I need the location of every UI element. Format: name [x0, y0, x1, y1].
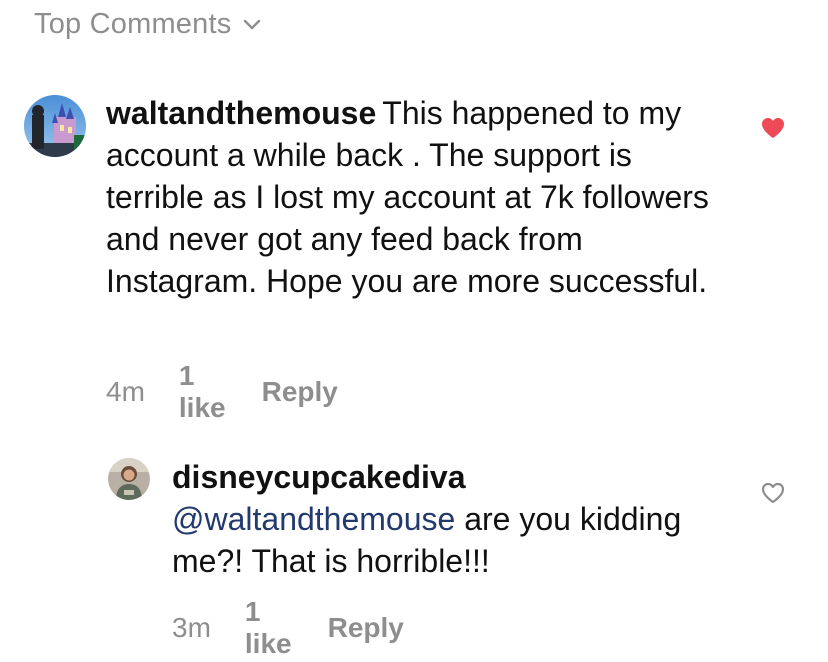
reply-button[interactable]: Reply: [328, 612, 404, 644]
mention-link[interactable]: @waltandthemouse: [172, 501, 455, 537]
avatar[interactable]: [24, 95, 86, 157]
comment-time: 3m: [172, 612, 211, 643]
sort-label: Top Comments: [34, 7, 232, 40]
top-comments-sort-toggle[interactable]: Top Comments: [34, 4, 263, 44]
avatar[interactable]: [108, 458, 150, 500]
comment-text-block: waltandthemouse This happened to my accou…: [106, 92, 726, 302]
comment-meta: 4m 1 like Reply: [106, 360, 338, 424]
comment-likes[interactable]: 1 like: [245, 596, 292, 660]
heart-filled-icon[interactable]: [760, 116, 786, 140]
chevron-down-icon: [244, 19, 261, 30]
heart-outline-icon[interactable]: [760, 481, 786, 505]
comment-meta: 3m 1 like Reply: [172, 596, 404, 660]
comment-time: 4m: [106, 376, 145, 407]
comment-username[interactable]: waltandthemouse: [106, 95, 376, 131]
comment-text-block: disneycupcakediva @waltandthemouse are yo…: [172, 456, 732, 582]
comment-username[interactable]: disneycupcakediva: [172, 456, 732, 498]
reply-button[interactable]: Reply: [262, 376, 338, 408]
comment-likes[interactable]: 1 like: [179, 360, 226, 424]
